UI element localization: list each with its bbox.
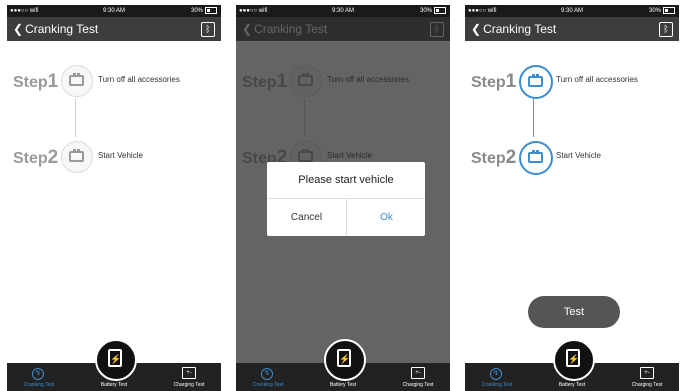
battery-indicator: 30%: [420, 5, 446, 17]
step-1-label: Step1: [13, 71, 59, 92]
battery-indicator: 30%: [191, 5, 217, 17]
battery-icon: [663, 6, 675, 14]
step-2-text: Start Vehicle: [556, 151, 601, 160]
step-1: Step1 Turn off all accessories: [13, 65, 221, 101]
charging-icon: +-: [182, 367, 196, 379]
battery-icon: [519, 141, 553, 175]
tab-bar: ↯ Cranking Test ⚡ Battery Test +- Chargi…: [236, 339, 450, 391]
status-time: 9:30 AM: [560, 8, 583, 14]
gauge-icon: ↯: [490, 368, 502, 380]
chevron-left-icon: ❮: [471, 22, 482, 36]
step-connector: [75, 99, 76, 137]
bluetooth-icon[interactable]: ᛒ: [659, 22, 673, 37]
tab-label: Cranking Test: [252, 382, 284, 388]
tab-battery-test[interactable]: Battery Test: [313, 363, 373, 391]
step-2-label: Step2: [471, 147, 517, 168]
screen-initial: ●●●○○ wifi 9:30 AM 30% ❮ Cranking Test ᛒ …: [7, 5, 221, 391]
tab-label: Charging Test: [631, 382, 663, 388]
start-vehicle-dialog: Please start vehicle Cancel Ok: [267, 162, 425, 236]
tab-charging-test[interactable]: +- Charging Test: [388, 363, 448, 391]
tab-label: Charging Test: [173, 382, 205, 388]
page-title: Cranking Test: [25, 22, 99, 36]
nav-bar: ❮Cranking Test ᛒ: [465, 17, 679, 41]
battery-icon: [434, 6, 446, 14]
step-2: Step2 Start Vehicle: [13, 141, 221, 177]
tab-charging-test[interactable]: +- Charging Test: [159, 363, 219, 391]
status-bar: ●●●○○ wifi 9:30 AM 30%: [465, 5, 679, 17]
step-2: Step2 Start Vehicle: [471, 141, 679, 177]
dialog-message: Please start vehicle: [267, 162, 425, 199]
step-2-label: Step2: [13, 147, 59, 168]
tab-label: Battery Test: [329, 382, 357, 388]
ok-button[interactable]: Ok: [347, 199, 426, 236]
tab-cranking-test[interactable]: ↯ Cranking Test: [467, 363, 527, 391]
tab-battery-test[interactable]: Battery Test: [542, 363, 602, 391]
step-1: Step1 Turn off all accessories: [471, 65, 679, 101]
bluetooth-icon[interactable]: ᛒ: [201, 22, 215, 37]
cancel-button[interactable]: Cancel: [267, 199, 347, 236]
back-button[interactable]: ❮Cranking Test: [471, 17, 556, 41]
tab-label: Charging Test: [402, 382, 434, 388]
status-time: 9:30 AM: [331, 8, 354, 14]
tab-cranking-test[interactable]: ↯ Cranking Test: [238, 363, 298, 391]
page-title: Cranking Test: [483, 22, 557, 36]
status-bar: ●●●○○ wifi 9:30 AM 30%: [7, 5, 221, 17]
steps-content: Step1 Turn off all accessories Step2 Sta…: [7, 41, 221, 363]
tab-cranking-test[interactable]: ↯ Cranking Test: [9, 363, 69, 391]
tab-label: Cranking Test: [23, 382, 55, 388]
gauge-icon: ↯: [261, 368, 273, 380]
step-2-text: Start Vehicle: [98, 151, 143, 160]
status-time: 9:30 AM: [102, 8, 125, 14]
back-button[interactable]: ❮Cranking Test: [13, 17, 98, 41]
battery-icon: [61, 141, 93, 173]
step-1-text: Turn off all accessories: [98, 75, 180, 84]
battery-icon: [61, 65, 93, 97]
tab-charging-test[interactable]: +- Charging Test: [617, 363, 677, 391]
battery-icon: [519, 65, 553, 99]
tab-label: Battery Test: [100, 382, 128, 388]
charging-icon: +-: [411, 367, 425, 379]
tab-bar: ↯ Cranking Test ⚡ Battery Test +- Chargi…: [465, 339, 679, 391]
tab-bar: ↯ Cranking Test ⚡ Battery Test +- Chargi…: [7, 339, 221, 391]
screen-dialog: ●●●○○ wifi 9:30 AM 30% ❮Cranking Test ᛒ …: [236, 5, 450, 391]
step-connector: [533, 99, 534, 137]
chevron-left-icon: ❮: [13, 22, 24, 36]
nav-bar: ❮Cranking Test ᛒ: [7, 17, 221, 41]
charging-icon: +-: [640, 367, 654, 379]
tab-label: Battery Test: [558, 382, 586, 388]
gauge-icon: ↯: [32, 368, 44, 380]
tab-battery-test[interactable]: Battery Test: [84, 363, 144, 391]
tab-label: Cranking Test: [481, 382, 513, 388]
step-1-text: Turn off all accessories: [556, 75, 638, 84]
battery-icon: [205, 6, 217, 14]
step-1-label: Step1: [471, 71, 517, 92]
battery-indicator: 30%: [649, 5, 675, 17]
status-bar: ●●●○○ wifi 9:30 AM 30%: [236, 5, 450, 17]
test-button[interactable]: Test: [528, 296, 620, 328]
screen-ready: ●●●○○ wifi 9:30 AM 30% ❮ Cranking Test ᛒ …: [465, 5, 679, 391]
